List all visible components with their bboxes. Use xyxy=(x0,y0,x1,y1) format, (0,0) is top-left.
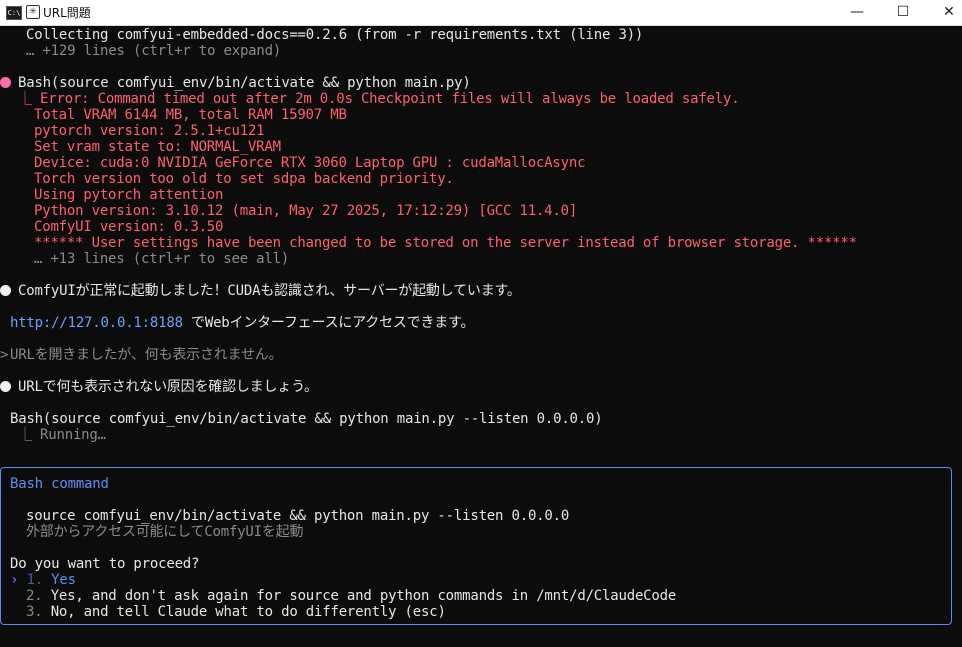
error-line: ****** User settings have been changed t… xyxy=(34,235,857,251)
option-label: Yes xyxy=(51,572,76,588)
error-line: Torch version too old to set sdpa backen… xyxy=(34,171,454,187)
permission-dialog: Bash command source comfyui_env/bin/acti… xyxy=(0,467,952,625)
option-yes[interactable]: › 1. Yes xyxy=(10,572,76,588)
error-line: ComfyUI version: 0.3.50 xyxy=(34,219,224,235)
option-no[interactable]: 3. No, and tell Claude what to do differ… xyxy=(26,604,446,620)
option-label: Yes, and don't ask again for source and … xyxy=(50,588,677,604)
option-number: 3. xyxy=(26,604,43,620)
error-line: Using pytorch attention xyxy=(34,187,224,203)
minimize-button[interactable]: — xyxy=(834,0,880,26)
error-line: ⎿ Error: Command timed out after 2m 0.0s… xyxy=(18,91,740,107)
option-yes-always[interactable]: 2. Yes, and don't ask again for source a… xyxy=(26,588,676,604)
error-line: Set vram state to: NORMAL_VRAM xyxy=(34,139,281,155)
url-message: http://127.0.0.1:8188 でWebインターフェースにアクセスで… xyxy=(10,315,474,331)
close-button[interactable]: ✕ xyxy=(926,0,962,26)
server-url-link[interactable]: http://127.0.0.1:8188 xyxy=(10,315,183,331)
error-line: pytorch version: 2.5.1+cu121 xyxy=(34,123,265,139)
assistant-message: ComfyUIが正常に起動しました！CUDAも認識され、サーバーが起動しています… xyxy=(18,283,521,299)
collapsed-lines: … +13 lines (ctrl+r to see all) xyxy=(34,251,290,267)
option-label: No, and tell Claude what to do different… xyxy=(50,604,446,620)
running-status: ⎿ Running… xyxy=(18,427,106,443)
message-bullet-icon xyxy=(0,381,11,392)
dialog-title: Bash command xyxy=(10,476,109,492)
bash-call-1: Bash(source comfyui_env/bin/activate && … xyxy=(18,75,471,91)
error-line: Python version: 3.10.12 (main, May 27 20… xyxy=(34,203,578,219)
error-bullet-icon xyxy=(0,77,11,88)
message-bullet-icon xyxy=(0,285,11,296)
collapsed-lines: … +129 lines (ctrl+r to expand) xyxy=(26,43,282,59)
error-line: Total VRAM 6144 MB, total RAM 15907 MB xyxy=(34,107,347,123)
assistant-message: URLで何も表示されない原因を確認しましょう。 xyxy=(18,379,318,395)
claude-tab-icon: ✳ xyxy=(26,5,40,19)
option-number: 2. xyxy=(26,588,43,604)
url-message-suffix: でWebインターフェースにアクセスできます。 xyxy=(182,315,475,331)
window-title: URL問題 xyxy=(43,6,91,20)
dialog-description: 外部からアクセス可能にしてComfyUIを起動 xyxy=(26,524,304,540)
maximize-button[interactable]: ☐ xyxy=(880,0,926,26)
option-number: 1. xyxy=(26,572,43,588)
output-line: Collecting comfyui-embedded-docs==0.2.6 … xyxy=(26,27,644,43)
user-prompt-marker: > xyxy=(0,347,9,363)
user-message: URLを開きましたが、何も表示されません。 xyxy=(10,347,283,363)
dialog-command: source comfyui_env/bin/activate && pytho… xyxy=(26,508,570,524)
bash-call-2: Bash(source comfyui_env/bin/activate && … xyxy=(10,411,603,427)
dialog-question: Do you want to proceed? xyxy=(10,556,200,572)
selection-cursor: › xyxy=(10,572,19,588)
terminal-app-icon: C:\ xyxy=(6,6,22,20)
error-line: Device: cuda:0 NVIDIA GeForce RTX 3060 L… xyxy=(34,155,586,171)
title-bar: C:\ ✳ URL問題 — ☐ ✕ xyxy=(0,0,962,26)
